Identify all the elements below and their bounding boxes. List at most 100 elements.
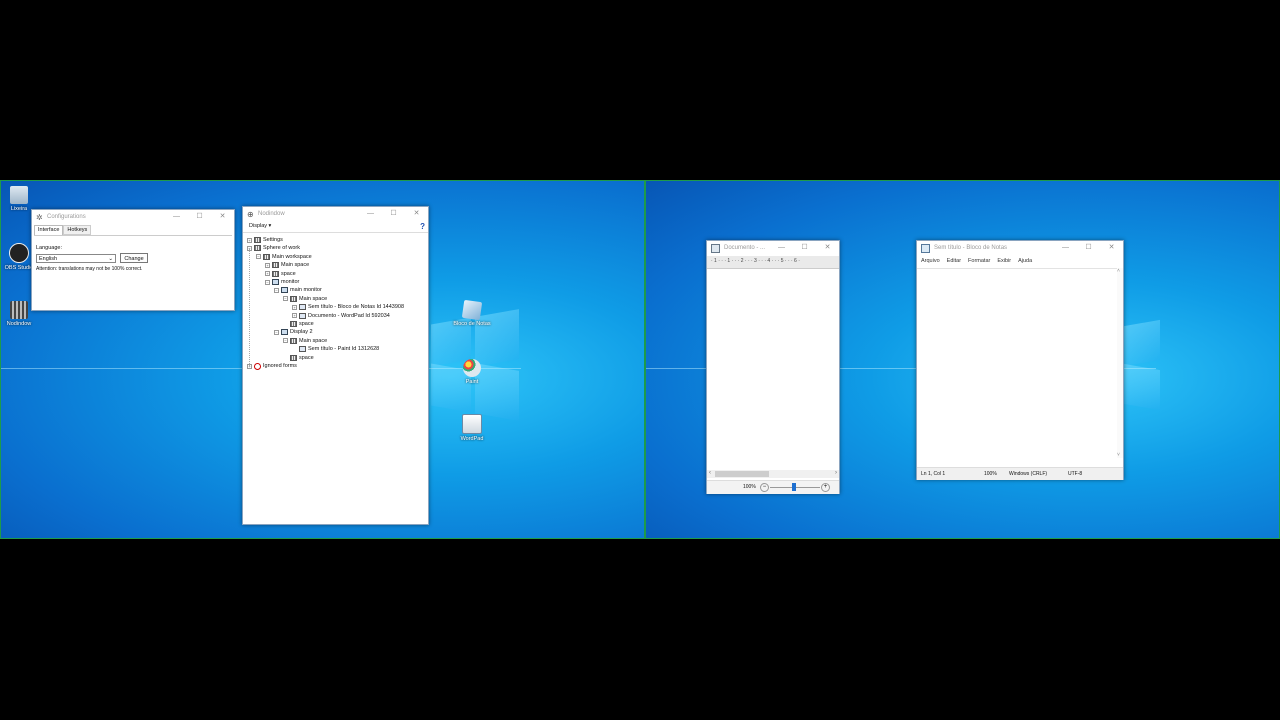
scroll-left-icon[interactable]: ‹ [709,470,711,476]
collapse-icon[interactable]: − [283,296,288,302]
configurations-titlebar[interactable]: ✲ Configurations — ☐ ✕ [32,210,234,224]
zoom-slider-thumb[interactable] [792,483,796,491]
tree-node[interactable]: − monitor [265,278,299,286]
chevron-down-icon: ⌄ [108,256,113,262]
grid-icon [272,270,279,277]
minimize-button[interactable]: — [165,210,188,224]
desktop-icon-label: Paint [465,379,479,385]
tree-node[interactable]: + Main space [265,261,309,269]
vertical-scrollbar[interactable]: ˄ ˅ [1117,268,1123,458]
tree-node-label: Display 2 [290,329,313,336]
desktop-icon-label: OBS Studio [4,265,34,271]
desktop-icon-label: Lixeira [10,206,28,212]
close-button[interactable]: ✕ [405,207,428,221]
collapse-icon[interactable]: − [274,329,279,335]
win-icon [299,304,306,311]
mon-icon [281,329,288,336]
tree-node-label: monitor [281,279,300,285]
tree-node[interactable]: + space [265,270,296,278]
globe-icon: ⊕ [247,209,254,219]
zoom-out-button[interactable]: − [760,483,769,492]
close-button[interactable]: ✕ [1100,241,1123,255]
scroll-down-icon[interactable]: ˅ [1117,452,1120,458]
tree-node-label: Main space [299,295,328,302]
workspace-tree: + Settings − Sphere of work − Main workspace +… [243,236,428,521]
close-button[interactable]: ✕ [211,210,234,224]
expand-icon[interactable]: + [292,304,297,310]
tree-node[interactable]: space [283,320,314,328]
maximize-button[interactable]: ☐ [188,210,211,224]
tree-node[interactable]: space [283,354,314,362]
maximize-button[interactable]: ☐ [1077,241,1100,255]
tab-divider [34,235,232,236]
tree-node[interactable]: + Settings [247,236,283,244]
tree-node[interactable]: + Documento - WordPad Id 592034 [292,312,390,320]
display-menu[interactable]: Display ▾ [249,223,271,229]
tree-node[interactable]: − Main space [283,295,327,303]
desktop-icon-notepad[interactable]: Bloco de Notas [452,299,492,327]
menu-ajuda[interactable]: Ajuda [1018,258,1032,264]
tree-node[interactable]: Sem título - Paint Id 1312628 [292,345,379,353]
window-title: Documento - ... [724,245,766,251]
grid-icon [290,321,297,327]
tree-node-label: space [299,354,314,361]
minimize-button[interactable]: — [770,241,793,255]
tree-node-label: space [281,270,296,277]
scrollbar-thumb[interactable] [715,471,769,477]
maximize-button[interactable]: ☐ [382,207,405,221]
zoom-in-button[interactable]: + [821,483,830,492]
menu-formatar[interactable]: Formatar [968,258,990,264]
tree-node[interactable]: + Sem título - Bloco de Notas Id 1443908 [292,303,404,311]
expand-icon[interactable]: + [265,262,270,268]
tree-node-label: Sem título - Paint Id 1312628 [308,346,380,353]
tree-node-label: Main space [299,337,328,344]
expand-icon[interactable]: + [292,313,297,319]
collapse-icon[interactable]: − [274,287,279,293]
tree-node-label: Sem título - Bloco de Notas Id 1443908 [308,304,405,311]
expand-icon[interactable]: + [247,237,252,243]
wordpad-titlebar[interactable]: Documento - ... — ☐ ✕ [707,241,839,255]
notepad-window: Sem título - Bloco de Notas — ☐ ✕ Arquiv… [916,240,1124,480]
notepad-icon [921,243,930,253]
collapse-icon[interactable]: − [256,254,261,260]
tree-node[interactable]: − Main space [283,337,327,345]
wordpad-document-area[interactable] [707,269,839,467]
language-select[interactable]: English ⌄ [36,254,116,263]
close-button[interactable]: ✕ [816,241,839,255]
collapse-icon[interactable]: − [283,338,288,344]
tree-node[interactable]: − Sphere of work [247,244,300,252]
notepad-titlebar[interactable]: Sem título - Bloco de Notas — ☐ ✕ [917,241,1123,255]
menu-arquivo[interactable]: Arquivo [921,258,940,264]
tree-node-label: Settings [263,237,283,243]
collapse-icon[interactable]: − [265,279,270,285]
minimize-button[interactable]: — [359,207,382,221]
menu-exibir[interactable]: Exibir [997,258,1011,264]
scroll-up-icon[interactable]: ˄ [1117,268,1120,274]
win-icon [299,312,306,319]
nodindow-window: ⊕ Nodindow — ☐ ✕ Display ▾ ? + Settings − S… [242,206,429,525]
expand-icon[interactable]: + [265,271,270,277]
ban-icon [254,362,261,370]
horizontal-scrollbar[interactable]: ‹ › [707,470,839,478]
desktop-icon-paint[interactable]: Paint [452,359,492,385]
scroll-right-icon[interactable]: › [835,470,837,476]
notepad-icon [461,299,483,321]
tree-node[interactable]: − Main workspace [256,253,312,261]
notepad-text-area[interactable] [917,268,1117,459]
tab-interface[interactable]: Interface [34,225,64,235]
paint-icon [463,359,481,377]
wordpad-ruler[interactable]: · 1 · · · 1 · · · 2 · · · 3 · · · 4 · · … [707,256,839,269]
tab-hotkeys[interactable]: Hotkeys [63,225,92,235]
tree-node[interactable]: − Display 2 [274,328,313,336]
help-icon[interactable]: ? [420,222,425,231]
maximize-button[interactable]: ☐ [793,241,816,255]
tree-node[interactable]: + Ignored forms [247,362,297,370]
nodindow-titlebar[interactable]: ⊕ Nodindow — ☐ ✕ [243,207,428,221]
tree-node[interactable]: − main monitor [274,286,322,294]
desktop-icon-wordpad[interactable]: WordPad [452,414,492,442]
wordpad-window: Documento - ... — ☐ ✕ · 1 · · · 1 · · · … [706,240,840,494]
change-button[interactable]: Change [120,253,148,263]
menu-editar[interactable]: Editar [947,258,961,264]
minimize-button[interactable]: — [1054,241,1077,255]
mon-icon [281,287,288,294]
